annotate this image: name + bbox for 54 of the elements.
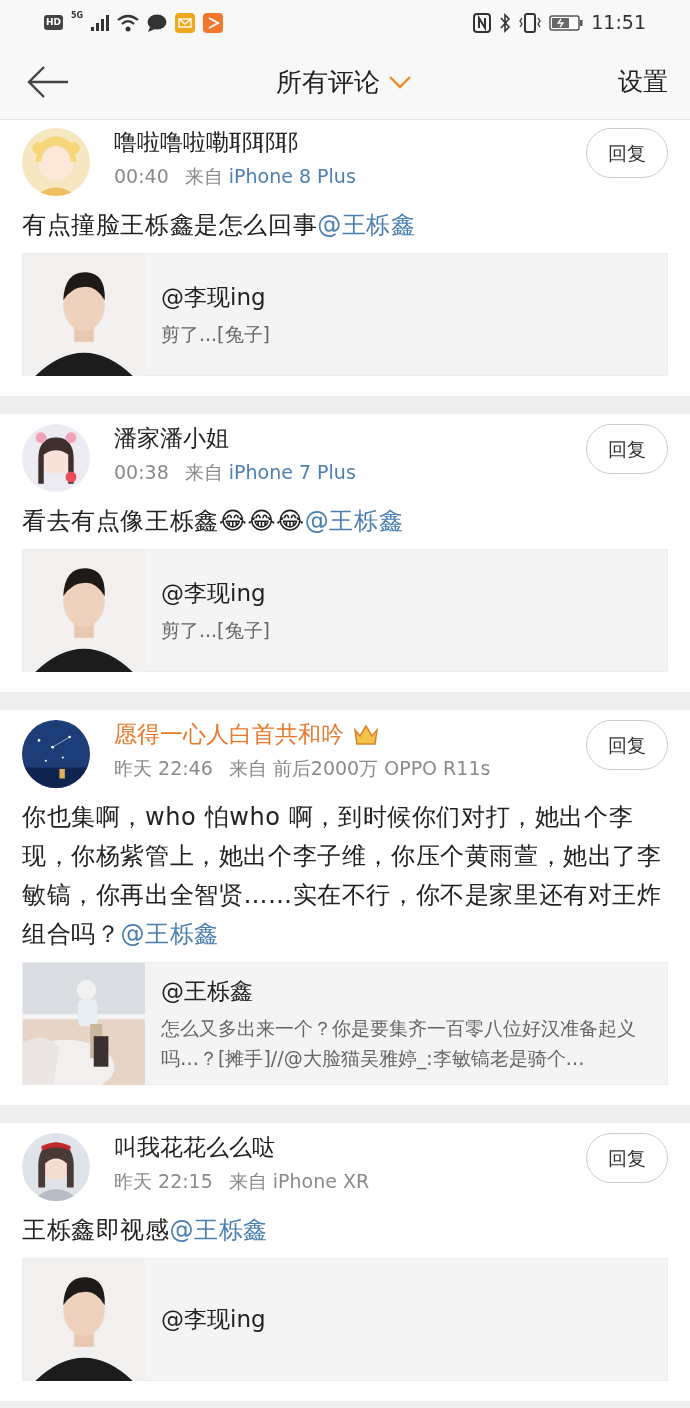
comment-text: 有点撞脸王栎鑫是怎么回事@王栎鑫 bbox=[22, 210, 417, 241]
battery-icon bbox=[549, 14, 584, 31]
reply-button[interactable]: 回复 bbox=[586, 720, 668, 770]
quoted-text: 怎么又多出来一个？你是要集齐一百零八位好汉准备起义吗…？[摊手]//@大脸猫吴雅婷_:李敏镐老是骑个… bbox=[161, 1015, 637, 1072]
nfc-icon bbox=[473, 12, 492, 33]
quoted-post-card[interactable]: @王栎鑫 怎么又多出来一个？你是要集齐一百零八位好汉准备起义吗…？[摊手]//@大脸猫吴雅婷_:李敏镐老是骑个… bbox=[22, 962, 668, 1085]
quoted-post-card[interactable]: @李现ing 剪了...[兔子] bbox=[22, 549, 668, 672]
source-label: 来自 bbox=[184, 460, 223, 483]
title-dropdown[interactable]: 所有评论 bbox=[276, 62, 412, 102]
user-name[interactable]: 潘家潘小姐 bbox=[114, 424, 229, 454]
device-name: iPhone XR bbox=[272, 1169, 370, 1192]
bluetooth-icon bbox=[499, 12, 512, 33]
user-name[interactable]: 噜啦噜啦嘞耶耶耶 bbox=[114, 128, 298, 158]
quoted-post-card[interactable]: @李现ing 剪了...[兔子] bbox=[22, 253, 668, 376]
user-name[interactable]: 叫我花花么么哒 bbox=[114, 1133, 275, 1163]
comment-text: 王栎鑫即视感@王栎鑫 bbox=[22, 1215, 269, 1246]
comment-text: 你也集啊，who 怕who 啊，到时候你们对打，她出个李现，你杨紫管上，她出个李子维，你压个黄雨萱，她出了李敏镐，你再出全智贤……实在不行，你不是家里还有对王炸组合吗？@王栎鑫 bbox=[22, 802, 663, 950]
mail-app-icon bbox=[175, 12, 196, 33]
mention-link[interactable]: @王栎鑫 bbox=[120, 920, 219, 948]
chat-bubble-icon bbox=[147, 13, 168, 32]
settings-link[interactable]: 设置 bbox=[618, 63, 668, 101]
comment-time: 00:38 bbox=[114, 459, 169, 485]
quoted-author: @李现ing bbox=[161, 1305, 266, 1335]
mention-link[interactable]: @王栎鑫 bbox=[304, 507, 404, 535]
network-type: 5G bbox=[71, 10, 84, 22]
quoted-post-card[interactable]: @李现ing bbox=[22, 1258, 668, 1381]
source-label: 来自 bbox=[184, 164, 223, 187]
device-name: 前后2000万 OPPO R11s bbox=[272, 756, 491, 779]
mention-link[interactable]: @王栎鑫 bbox=[317, 211, 416, 239]
quoted-text: 剪了...[兔子] bbox=[161, 617, 270, 643]
quoted-text: 剪了...[兔子] bbox=[161, 321, 270, 347]
wifi-icon bbox=[117, 13, 140, 32]
comment-time: 00:40 bbox=[114, 163, 169, 189]
back-button[interactable] bbox=[26, 65, 70, 99]
quoted-author: @李现ing bbox=[161, 283, 267, 313]
comment-time: 昨天 22:15 bbox=[114, 1168, 213, 1194]
device-link[interactable]: iPhone 7 Plus bbox=[228, 460, 356, 483]
reply-button[interactable]: 回复 bbox=[586, 1133, 668, 1183]
reply-button[interactable]: 回复 bbox=[586, 424, 668, 474]
comment-text: 看去有点像王栎鑫😂😂😂@王栎鑫 bbox=[22, 506, 405, 537]
signal-icon bbox=[91, 14, 110, 31]
device-link[interactable]: iPhone 8 Plus bbox=[228, 164, 356, 187]
video-app-icon bbox=[203, 12, 224, 33]
mention-link[interactable]: @王栎鑫 bbox=[169, 1216, 268, 1244]
source-label: 来自 bbox=[228, 1169, 267, 1192]
status-time: 11:51 bbox=[591, 10, 646, 36]
hd-badge: HD bbox=[44, 14, 63, 31]
quoted-author: @李现ing bbox=[161, 579, 267, 609]
comment-time: 昨天 22:46 bbox=[114, 755, 213, 781]
quoted-author: @王栎鑫 bbox=[161, 977, 254, 1007]
source-label: 来自 bbox=[228, 756, 267, 779]
vibrate-icon bbox=[519, 12, 542, 33]
reply-button[interactable]: 回复 bbox=[586, 128, 668, 178]
chevron-down-icon bbox=[388, 75, 412, 89]
